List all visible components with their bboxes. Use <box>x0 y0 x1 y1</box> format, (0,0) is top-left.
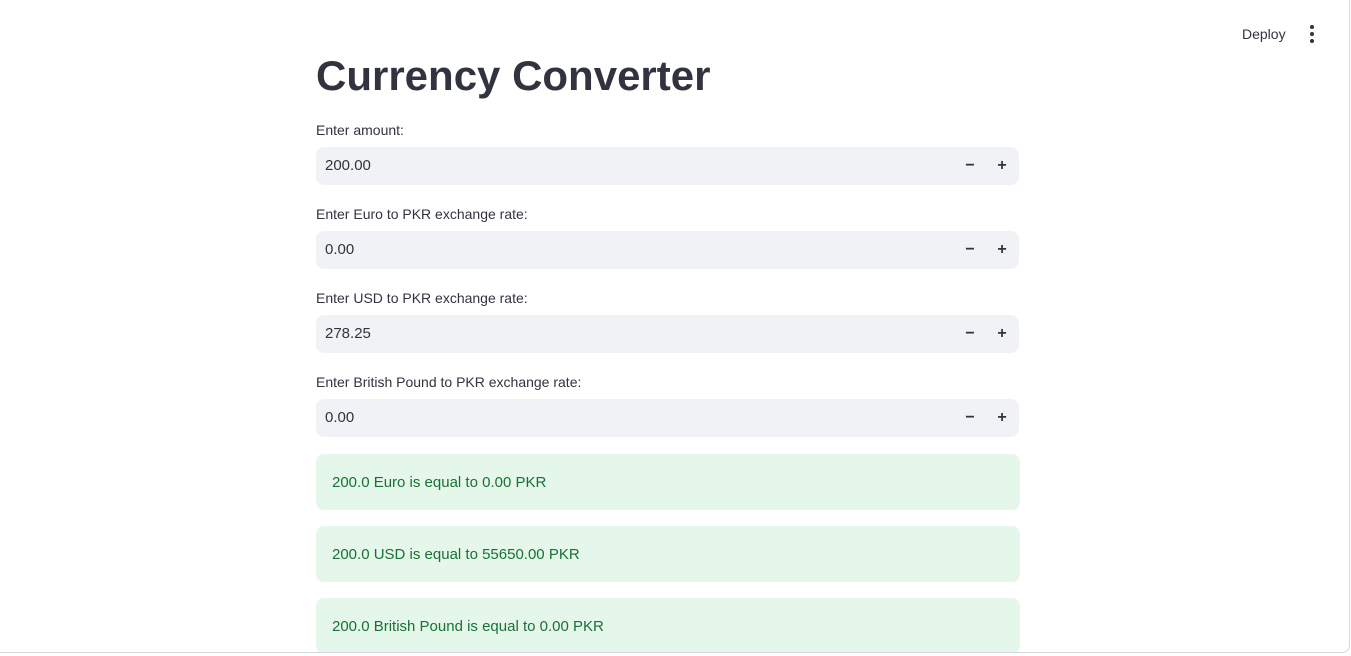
deploy-button[interactable]: Deploy <box>1232 22 1296 46</box>
euro-result-text: 200.0 Euro is equal to 0.00 PKR <box>332 473 547 491</box>
euro-result-alert: 200.0 Euro is equal to 0.00 PKR <box>316 454 1020 510</box>
usd-rate-value[interactable]: 278.25 <box>316 315 954 353</box>
euro-rate-label: Enter Euro to PKR exchange rate: <box>316 206 528 222</box>
usd-rate-label: Enter USD to PKR exchange rate: <box>316 290 528 306</box>
menu-dot <box>1310 39 1314 43</box>
euro-rate-input[interactable]: 0.00 − + <box>316 231 1019 269</box>
euro-rate-value[interactable]: 0.00 <box>316 231 954 269</box>
amount-increment-button[interactable]: + <box>986 147 1018 185</box>
gbp-rate-label: Enter British Pound to PKR exchange rate… <box>316 374 582 390</box>
amount-input[interactable]: 200.00 − + <box>316 147 1019 185</box>
usd-result-text: 200.0 USD is equal to 55650.00 PKR <box>332 545 580 563</box>
gbp-rate-value[interactable]: 0.00 <box>316 399 954 437</box>
menu-dot <box>1310 25 1314 29</box>
gbp-result-alert: 200.0 British Pound is equal to 0.00 PKR <box>316 598 1020 652</box>
amount-label: Enter amount: <box>316 122 404 138</box>
page-title: Currency Converter <box>316 52 711 99</box>
amount-decrement-button[interactable]: − <box>954 147 986 185</box>
usd-rate-increment-button[interactable]: + <box>986 315 1018 353</box>
gbp-result-text: 200.0 British Pound is equal to 0.00 PKR <box>332 617 604 635</box>
kebab-menu-icon[interactable] <box>1300 22 1324 46</box>
usd-result-alert: 200.0 USD is equal to 55650.00 PKR <box>316 526 1020 582</box>
usd-rate-decrement-button[interactable]: − <box>954 315 986 353</box>
menu-dot <box>1310 32 1314 36</box>
gbp-rate-input[interactable]: 0.00 − + <box>316 399 1019 437</box>
euro-rate-increment-button[interactable]: + <box>986 231 1018 269</box>
gbp-rate-increment-button[interactable]: + <box>986 399 1018 437</box>
gbp-rate-decrement-button[interactable]: − <box>954 399 986 437</box>
usd-rate-input[interactable]: 278.25 − + <box>316 315 1019 353</box>
app-frame: Deploy Currency Converter Enter amount: … <box>0 0 1350 653</box>
amount-value[interactable]: 200.00 <box>316 147 954 185</box>
euro-rate-decrement-button[interactable]: − <box>954 231 986 269</box>
